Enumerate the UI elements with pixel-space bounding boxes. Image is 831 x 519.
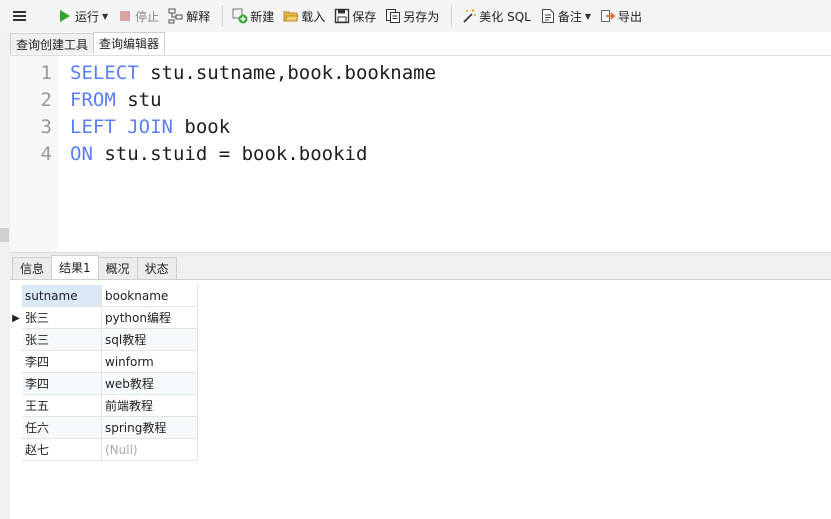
toolbar: 运行 ▼ 停止 解释 新建 载入 保存 另存为 美化 SQL 备注 ▼ 导出 xyxy=(0,0,831,32)
explain-label: 解释 xyxy=(186,9,211,24)
run-dropdown-caret-icon[interactable]: ▼ xyxy=(102,12,108,21)
row-indicator xyxy=(10,329,22,351)
tab-query-builder[interactable]: 查询创建工具 xyxy=(10,33,95,54)
beautify-sql-button[interactable]: 美化 SQL xyxy=(458,4,534,28)
magic-wand-icon xyxy=(461,8,477,24)
table-row[interactable]: 王五 前端教程 xyxy=(10,395,198,417)
explain-icon xyxy=(168,8,184,24)
tab-result-1[interactable]: 结果1 xyxy=(51,255,99,279)
grid-cell[interactable]: sql教程 xyxy=(102,329,198,351)
row-indicator xyxy=(10,373,22,395)
folder-open-icon xyxy=(283,8,299,24)
grid-header-row: sutname bookname xyxy=(10,285,198,307)
line-number: 2 xyxy=(40,89,52,111)
grid-cell-null[interactable]: (Null) xyxy=(102,439,198,461)
row-indicator xyxy=(10,395,22,417)
grid-cell[interactable]: 任六 xyxy=(22,417,102,439)
run-label: 运行 xyxy=(75,9,100,24)
sql-text: stu.sutname,book.bookname xyxy=(138,62,437,84)
grid-cell[interactable]: 张三 xyxy=(22,307,102,329)
save-button[interactable]: 保存 xyxy=(331,4,379,28)
toolbar-separator xyxy=(222,5,224,27)
table-row[interactable]: 赵七 (Null) xyxy=(10,439,198,461)
load-label: 载入 xyxy=(301,9,326,24)
note-button[interactable]: 备注 ▼ xyxy=(537,4,594,28)
table-row[interactable]: 任六 spring教程 xyxy=(10,417,198,439)
row-indicator xyxy=(10,351,22,373)
line-number: 4 xyxy=(40,143,52,165)
left-panel-edge xyxy=(0,32,10,519)
line-number: 1 xyxy=(40,62,52,84)
stop-button[interactable]: 停止 xyxy=(114,4,162,28)
line-number: 3 xyxy=(40,116,52,138)
new-button[interactable]: 新建 xyxy=(229,4,277,28)
tab-status[interactable]: 状态 xyxy=(136,257,177,279)
run-button[interactable]: 运行 ▼ xyxy=(54,4,111,28)
toolbar-separator xyxy=(451,5,453,27)
beautify-sql-label: 美化 SQL xyxy=(479,9,531,24)
load-button[interactable]: 载入 xyxy=(280,4,328,28)
current-row-arrow-icon: ▶ xyxy=(12,312,20,324)
export-label: 导出 xyxy=(618,9,643,24)
sql-text: book xyxy=(172,116,231,138)
code-line: FROM stu xyxy=(70,89,162,111)
save-label: 保存 xyxy=(352,9,377,24)
export-button[interactable]: 导出 xyxy=(597,4,645,28)
line-number-gutter: 1 2 3 4 xyxy=(10,56,58,253)
hamburger-menu-icon[interactable] xyxy=(10,4,30,28)
code-line: SELECT stu.sutname,book.bookname xyxy=(70,62,436,84)
save-as-icon xyxy=(385,8,401,24)
left-panel-resize-handle[interactable] xyxy=(0,228,9,242)
result-grid[interactable]: sutname bookname ▶ 张三 python编程 张三 sql教程 … xyxy=(10,281,831,519)
stop-label: 停止 xyxy=(135,9,160,24)
grid-cell[interactable]: 李四 xyxy=(22,351,102,373)
explain-button[interactable]: 解释 xyxy=(165,4,213,28)
stop-icon xyxy=(117,8,133,24)
sql-keyword: ON xyxy=(70,143,93,165)
table-row[interactable]: 李四 web教程 xyxy=(10,373,198,395)
code-line: LEFT JOIN book xyxy=(70,116,230,138)
row-indicator xyxy=(10,417,22,439)
sql-keyword: SELECT xyxy=(70,62,139,84)
grid-cell[interactable]: 前端教程 xyxy=(102,395,198,417)
code-line: ON stu.stuid = book.bookid xyxy=(70,143,367,165)
sql-keyword: JOIN xyxy=(115,116,173,138)
grid-cell[interactable]: python编程 xyxy=(102,307,198,329)
note-dropdown-caret-icon[interactable]: ▼ xyxy=(585,12,591,21)
table-row[interactable]: 张三 sql教程 xyxy=(10,329,198,351)
sql-keyword: LEFT xyxy=(70,116,116,138)
query-tabs: 查询创建工具 查询编辑器 xyxy=(10,32,166,54)
tab-profile[interactable]: 概况 xyxy=(97,257,138,279)
save-as-label: 另存为 xyxy=(403,9,440,24)
sql-editor[interactable]: 1 2 3 4 SELECT stu.sutname,book.bookname… xyxy=(10,55,831,253)
save-disk-icon xyxy=(334,8,350,24)
column-header-sutname[interactable]: sutname xyxy=(22,285,102,307)
grid-cell[interactable]: spring教程 xyxy=(102,417,198,439)
grid-cell[interactable]: winform xyxy=(102,351,198,373)
sql-keyword: FROM xyxy=(70,89,116,111)
new-query-icon xyxy=(232,8,248,24)
tab-info[interactable]: 信息 xyxy=(12,257,53,279)
sql-text: stu.stuid = book.bookid xyxy=(92,143,368,165)
row-indicator xyxy=(10,285,22,307)
note-document-icon xyxy=(540,8,556,24)
grid-cell[interactable]: 王五 xyxy=(22,395,102,417)
tab-query-editor[interactable]: 查询编辑器 xyxy=(93,32,166,54)
grid-cell[interactable]: web教程 xyxy=(102,373,198,395)
sql-text: stu xyxy=(115,89,162,111)
grid-cell[interactable]: 张三 xyxy=(22,329,102,351)
save-as-button[interactable]: 另存为 xyxy=(382,4,442,28)
play-icon xyxy=(57,8,73,24)
new-label: 新建 xyxy=(250,9,275,24)
column-header-bookname[interactable]: bookname xyxy=(102,285,198,307)
grid-cell[interactable]: 赵七 xyxy=(22,439,102,461)
row-indicator xyxy=(10,439,22,461)
grid-cell[interactable]: 李四 xyxy=(22,373,102,395)
table-row[interactable]: 李四 winform xyxy=(10,351,198,373)
note-label: 备注 xyxy=(557,9,582,24)
result-tabs: 信息 结果1 概况 状态 xyxy=(10,255,831,280)
export-icon xyxy=(600,8,616,24)
table-row[interactable]: ▶ 张三 python编程 xyxy=(10,307,198,329)
